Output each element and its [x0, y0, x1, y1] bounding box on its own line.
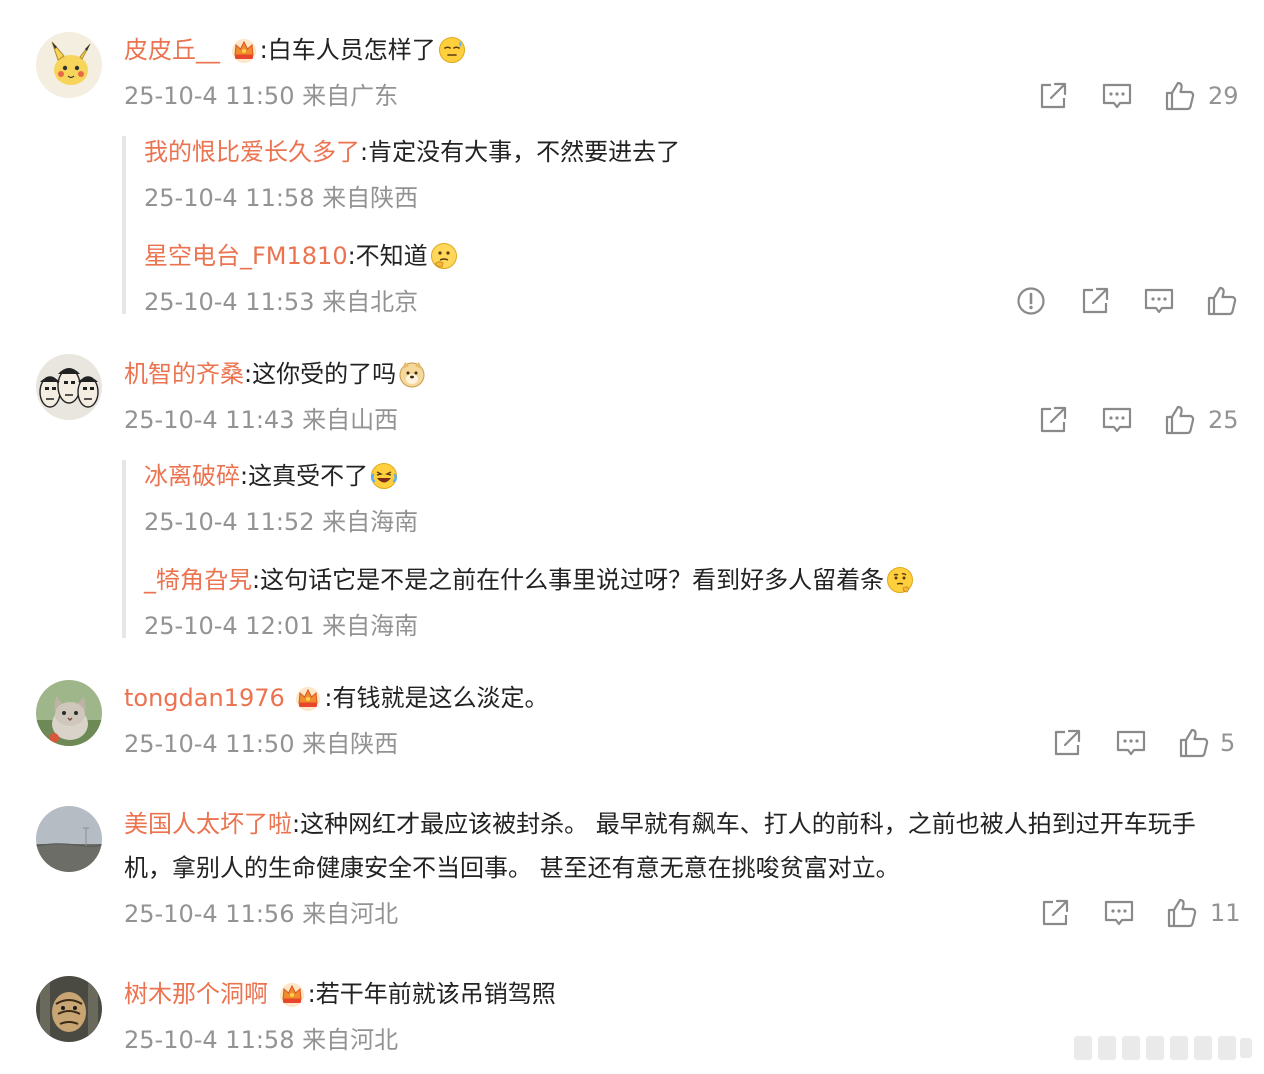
reply-time: 25-10-4 11:58 — [144, 184, 315, 212]
avatar[interactable] — [36, 976, 102, 1042]
avatar[interactable] — [36, 32, 102, 98]
comment-line: tongdan1976 :有钱就是这么淡定。 — [124, 682, 549, 714]
comment-item: tongdan1976 :有钱就是这么淡定。 25-10-4 11:50 来自陕… — [0, 660, 1264, 780]
comment-line: 机智的齐桑:这你受的了吗 — [124, 358, 428, 390]
comment-location: 来自河北 — [302, 1026, 399, 1054]
comment-meta: 25-10-4 11:50 来自陕西 — [124, 728, 398, 760]
comment-icon[interactable] — [1102, 896, 1136, 930]
comment-item: 美国人太坏了啦:这种网红才最应该被封杀。 最早就有飙车、打人的前科，之前也被人拍… — [0, 790, 1264, 950]
comment-line: 皮皮丘__ :白车人员怎样了 — [124, 34, 468, 66]
comment-icon[interactable] — [1100, 79, 1134, 113]
reply-text: :肯定没有大事，不然要进去了 — [360, 138, 681, 166]
avatar[interactable] — [36, 680, 102, 746]
vip-crown-badge-icon[interactable] — [294, 684, 322, 712]
vip-crown-badge-icon[interactable] — [230, 36, 258, 64]
comment-item: 皮皮丘__ :白车人员怎样了 25-10-4 11:50 来自广东 29 我的恨… — [0, 0, 1264, 330]
comment-line: 树木那个洞啊 :若干年前就该吊销驾照 — [124, 978, 556, 1010]
reply-meta: 25-10-4 11:52 来自海南 — [144, 506, 418, 538]
reply-time: 25-10-4 11:52 — [144, 508, 315, 536]
thumbs-up-icon[interactable] — [1163, 79, 1197, 113]
username[interactable]: 机智的齐桑 — [124, 360, 244, 388]
avatar[interactable] — [36, 806, 102, 872]
share-icon[interactable] — [1038, 896, 1072, 930]
share-icon[interactable] — [1050, 726, 1084, 760]
thumbs-up-icon[interactable] — [1163, 403, 1197, 437]
comment-meta: 25-10-4 11:50 来自广东 — [124, 80, 398, 112]
comment-location: 来自广东 — [302, 82, 399, 110]
username[interactable]: 皮皮丘__ — [124, 36, 220, 64]
watermark — [1070, 1028, 1255, 1068]
like-count: 29 — [1208, 82, 1239, 110]
comment-actions: 25 — [1036, 403, 1239, 443]
avatar[interactable] — [36, 354, 102, 420]
comment-text: :若干年前就该吊销驾照 — [307, 980, 556, 1008]
thumbs-up-icon[interactable] — [1177, 726, 1211, 760]
vip-crown-badge-icon[interactable] — [278, 980, 306, 1008]
share-icon[interactable] — [1078, 284, 1112, 318]
reply-location: 来自陕西 — [322, 184, 419, 212]
comment-time: 25-10-4 11:50 — [124, 730, 295, 758]
reply-line: _犄角旮旯:这句话它是不是之前在什么事里说过呀？看到好多人留着条 — [144, 564, 916, 596]
reply-text: :这真受不了 — [240, 462, 369, 490]
comment-item: 机智的齐桑:这你受的了吗 25-10-4 11:43 来自山西 25 冰离破碎:… — [0, 330, 1264, 660]
comment-icon[interactable] — [1100, 403, 1134, 437]
comment-meta: 25-10-4 11:58 来自河北 — [124, 1024, 398, 1056]
share-icon[interactable] — [1036, 403, 1070, 437]
reply-username[interactable]: _犄角旮旯 — [144, 566, 252, 594]
comment-actions: 29 — [1036, 79, 1239, 119]
comment-location: 来自山西 — [302, 406, 399, 434]
comment-text: :白车人员怎样了 — [259, 36, 436, 64]
sweat-face-emoji-icon — [438, 36, 466, 64]
thumbs-up-icon[interactable] — [1205, 284, 1239, 318]
comment-time: 25-10-4 11:58 — [124, 1026, 295, 1054]
comment-actions: 11 — [1038, 896, 1241, 936]
reply-line: 我的恨比爱长久多了:肯定没有大事，不然要进去了 — [144, 136, 680, 168]
laughing-tears-emoji-icon — [370, 462, 398, 490]
reply-location: 来自海南 — [322, 612, 419, 640]
comment-icon[interactable] — [1142, 284, 1176, 318]
reply-line: 冰离破碎:这真受不了 — [144, 460, 400, 492]
thumbs-up-icon[interactable] — [1165, 896, 1199, 930]
reply-thread-line — [122, 460, 126, 638]
comment-location: 来自河北 — [302, 900, 399, 928]
reply-username[interactable]: 我的恨比爱长久多了 — [144, 138, 360, 166]
comment-text: :有钱就是这么淡定。 — [324, 684, 549, 712]
like-count: 11 — [1210, 899, 1241, 927]
reply-thread-line — [122, 136, 126, 314]
comment-actions: 5 — [1050, 726, 1236, 766]
comment-meta: 25-10-4 11:56 来自河北 — [124, 898, 398, 930]
reply-text: :这句话它是不是之前在什么事里说过呀？看到好多人留着条 — [252, 566, 885, 594]
reply-meta: 25-10-4 11:53 来自北京 — [144, 286, 418, 318]
comment-text: :这你受的了吗 — [244, 360, 397, 388]
reply-time: 25-10-4 12:01 — [144, 612, 315, 640]
username[interactable]: 树木那个洞啊 — [124, 980, 268, 1008]
comment-icon[interactable] — [1114, 726, 1148, 760]
comment-time: 25-10-4 11:56 — [124, 900, 295, 928]
like-count: 5 — [1220, 729, 1236, 757]
thinking-face-emoji-icon — [430, 242, 458, 270]
comment-time: 25-10-4 11:43 — [124, 406, 295, 434]
hmm-face-emoji-icon — [886, 566, 914, 594]
comment-time: 25-10-4 11:50 — [124, 82, 295, 110]
reply-line: 星空电台_FM1810:不知道 — [144, 240, 460, 272]
reply-text: :不知道 — [347, 242, 428, 270]
comment-location: 来自陕西 — [302, 730, 399, 758]
like-count: 25 — [1208, 406, 1239, 434]
reply-meta: 25-10-4 11:58 来自陕西 — [144, 182, 418, 214]
reply-meta: 25-10-4 12:01 来自海南 — [144, 610, 418, 642]
reply-actions — [1014, 284, 1236, 324]
reply-username[interactable]: 星空电台_FM1810 — [144, 242, 348, 270]
reply-location: 来自北京 — [322, 288, 419, 316]
comment-meta: 25-10-4 11:43 来自山西 — [124, 404, 398, 436]
username[interactable]: tongdan1976 — [124, 684, 285, 712]
username[interactable]: 美国人太坏了啦 — [124, 810, 292, 838]
reply-username[interactable]: 冰离破碎 — [144, 462, 240, 490]
report-icon[interactable] — [1014, 284, 1048, 318]
share-icon[interactable] — [1036, 79, 1070, 113]
comment-line: 美国人太坏了啦:这种网红才最应该被封杀。 最早就有飙车、打人的前科，之前也被人拍… — [124, 802, 1234, 890]
reply-location: 来自海南 — [322, 508, 419, 536]
doge-emoji-icon — [398, 360, 426, 388]
reply-time: 25-10-4 11:53 — [144, 288, 315, 316]
